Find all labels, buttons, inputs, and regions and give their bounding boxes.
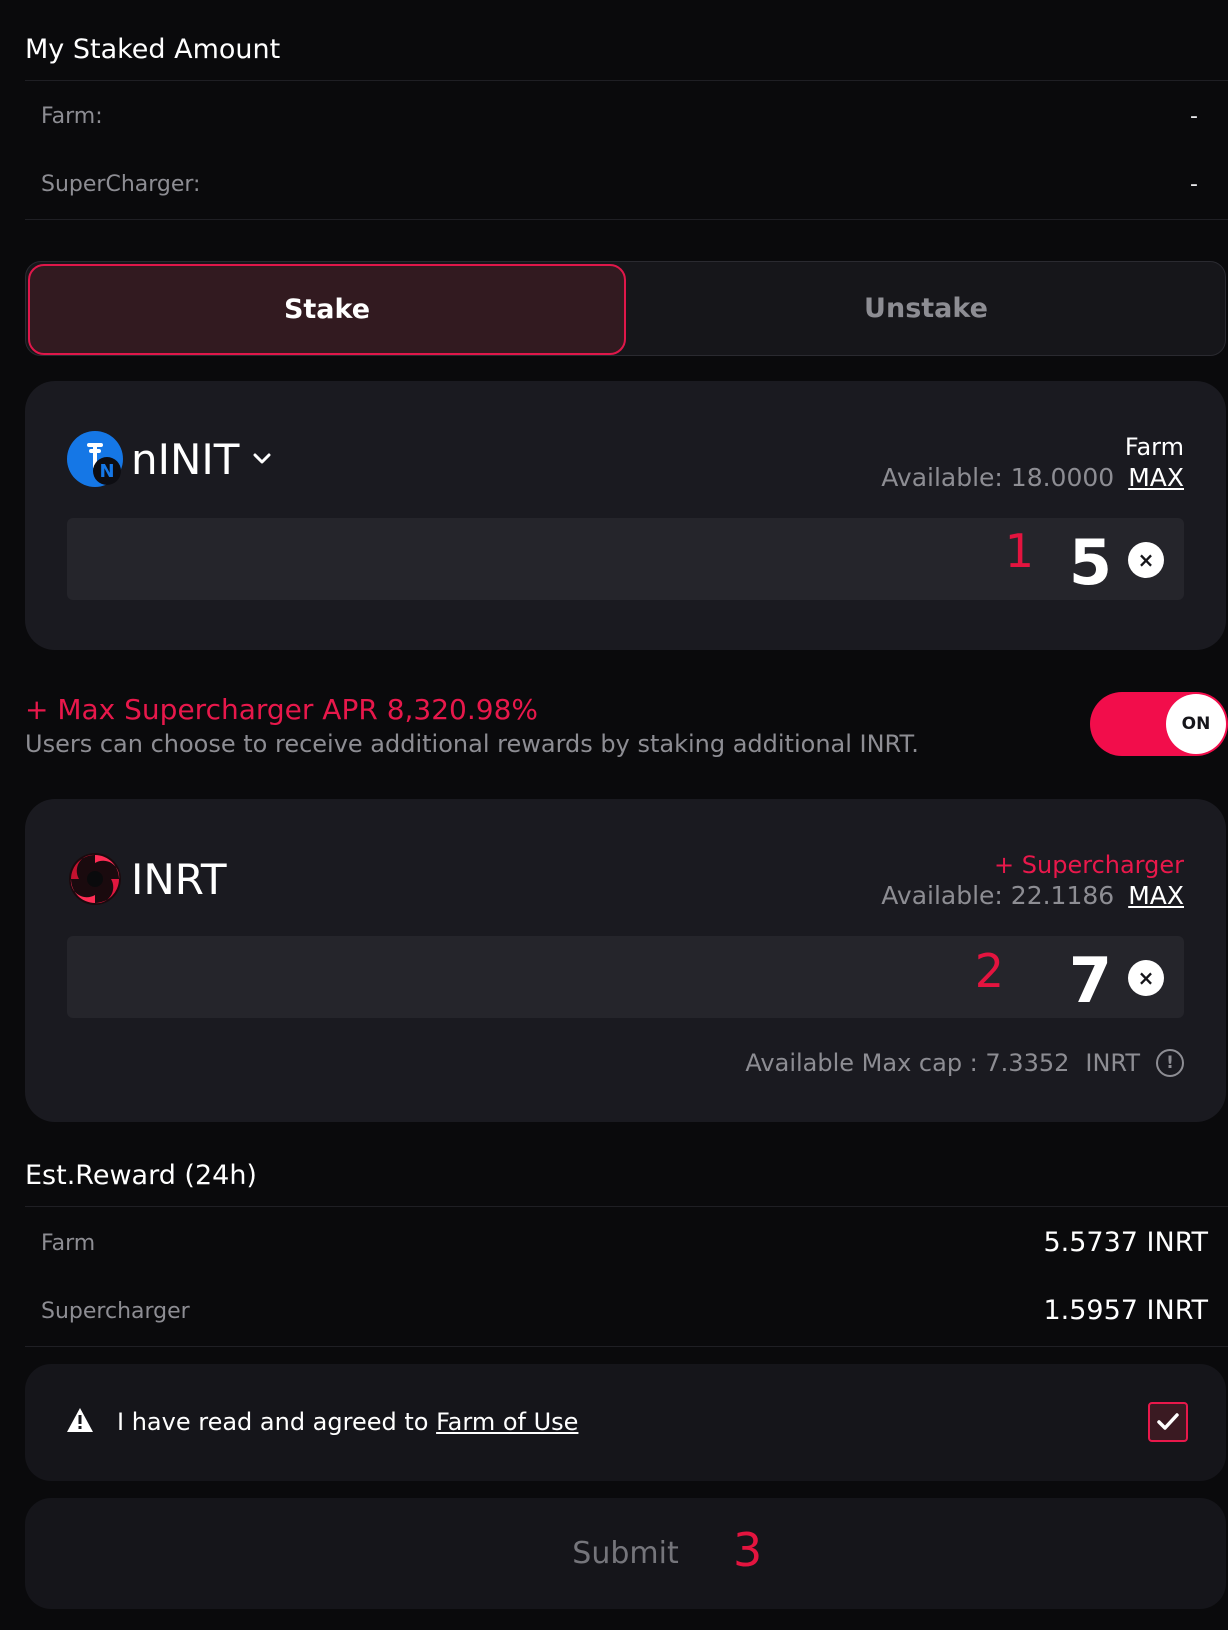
divider [25,80,1228,81]
stake-unstake-tabs: Stake Unstake [25,261,1226,356]
token-inrt: INRT [67,851,227,907]
available-text: Available: 22.1186 [881,881,1115,910]
ninit-badge-icon: N [93,457,121,485]
amount-value[interactable]: 5 [1069,526,1112,599]
token-name: nINIT [131,434,240,484]
divider [25,1206,1228,1207]
supercharger-description: Users can choose to receive additional r… [25,730,919,758]
max-button[interactable]: MAX [1128,881,1184,910]
chevron-down-icon[interactable] [253,450,271,469]
inrt-amount-input[interactable]: 2 7 × [67,936,1184,1018]
ninit-token-logo-icon: N [67,431,123,487]
clear-icon[interactable]: × [1128,960,1164,996]
max-cap-row: Available Max cap : 7.3352 INRT ! [745,1049,1184,1077]
toggle-knob: ON [1166,694,1226,754]
reward-supercharger-label: Supercharger [41,1299,190,1324]
supercharger-stake-card: INRT + Supercharger Available: 22.1186 MA… [25,799,1226,1122]
tab-unstake[interactable]: Unstake [626,262,1226,355]
agreement-label: I have read and agreed to [117,1408,437,1436]
token-selector-ninit[interactable]: N nINIT [67,431,271,487]
divider [25,219,1228,220]
staked-amount-title: My Staked Amount [25,34,281,65]
inrt-token-logo-icon [67,851,123,907]
mode-label: Farm [1124,433,1184,461]
warning-icon [65,1406,95,1438]
available-balance: Available: 22.1186 MAX [881,881,1184,910]
est-reward-title: Est.Reward (24h) [25,1160,257,1191]
supercharger-meta: + Supercharger Available: 22.1186 MAX [881,851,1184,910]
farm-amount-input[interactable]: 1 5 × [67,518,1184,600]
max-cap-unit: INRT [1085,1049,1140,1077]
farm-meta: Farm Available: 18.0000 MAX [881,433,1184,492]
token-name: INRT [131,854,227,904]
reward-farm-label: Farm [41,1231,96,1256]
clear-icon[interactable]: × [1128,542,1164,578]
staked-farm-value: - [1190,104,1198,129]
supercharger-toggle[interactable]: ON [1090,692,1228,756]
reward-supercharger-value: 1.5957 INRT [1043,1295,1208,1326]
terms-agreement: I have read and agreed to Farm of Use [25,1364,1226,1481]
tab-stake[interactable]: Stake [28,264,626,355]
amount-value[interactable]: 7 [1069,944,1112,1017]
max-button[interactable]: MAX [1128,463,1184,492]
available-text: Available: 18.0000 [881,463,1115,492]
info-icon[interactable]: ! [1156,1049,1184,1077]
staked-supercharger-label: SuperCharger: [41,172,201,197]
staked-farm-label: Farm: [41,104,103,129]
staked-supercharger-value: - [1190,172,1198,197]
terms-link[interactable]: Farm of Use [436,1408,578,1436]
checkmark-icon [1157,1413,1179,1430]
farm-stake-card: N nINIT Farm Available: 18.0000 MAX 1 5 × [25,381,1226,650]
agreement-text: I have read and agreed to Farm of Use [117,1408,578,1436]
agree-checkbox[interactable] [1148,1402,1188,1442]
divider [25,1346,1228,1347]
mode-label: + Supercharger [994,851,1184,879]
step-marker: 3 [733,1523,763,1577]
supercharger-apr: + Max Supercharger APR 8,320.98% [25,693,538,726]
available-balance: Available: 18.0000 MAX [881,463,1184,492]
step-marker: 1 [1004,524,1034,578]
reward-farm-value: 5.5737 INRT [1043,1227,1208,1258]
max-cap-text: Available Max cap : 7.3352 [745,1049,1070,1077]
submit-button[interactable]: Submit [25,1498,1226,1609]
step-marker: 2 [974,944,1004,998]
